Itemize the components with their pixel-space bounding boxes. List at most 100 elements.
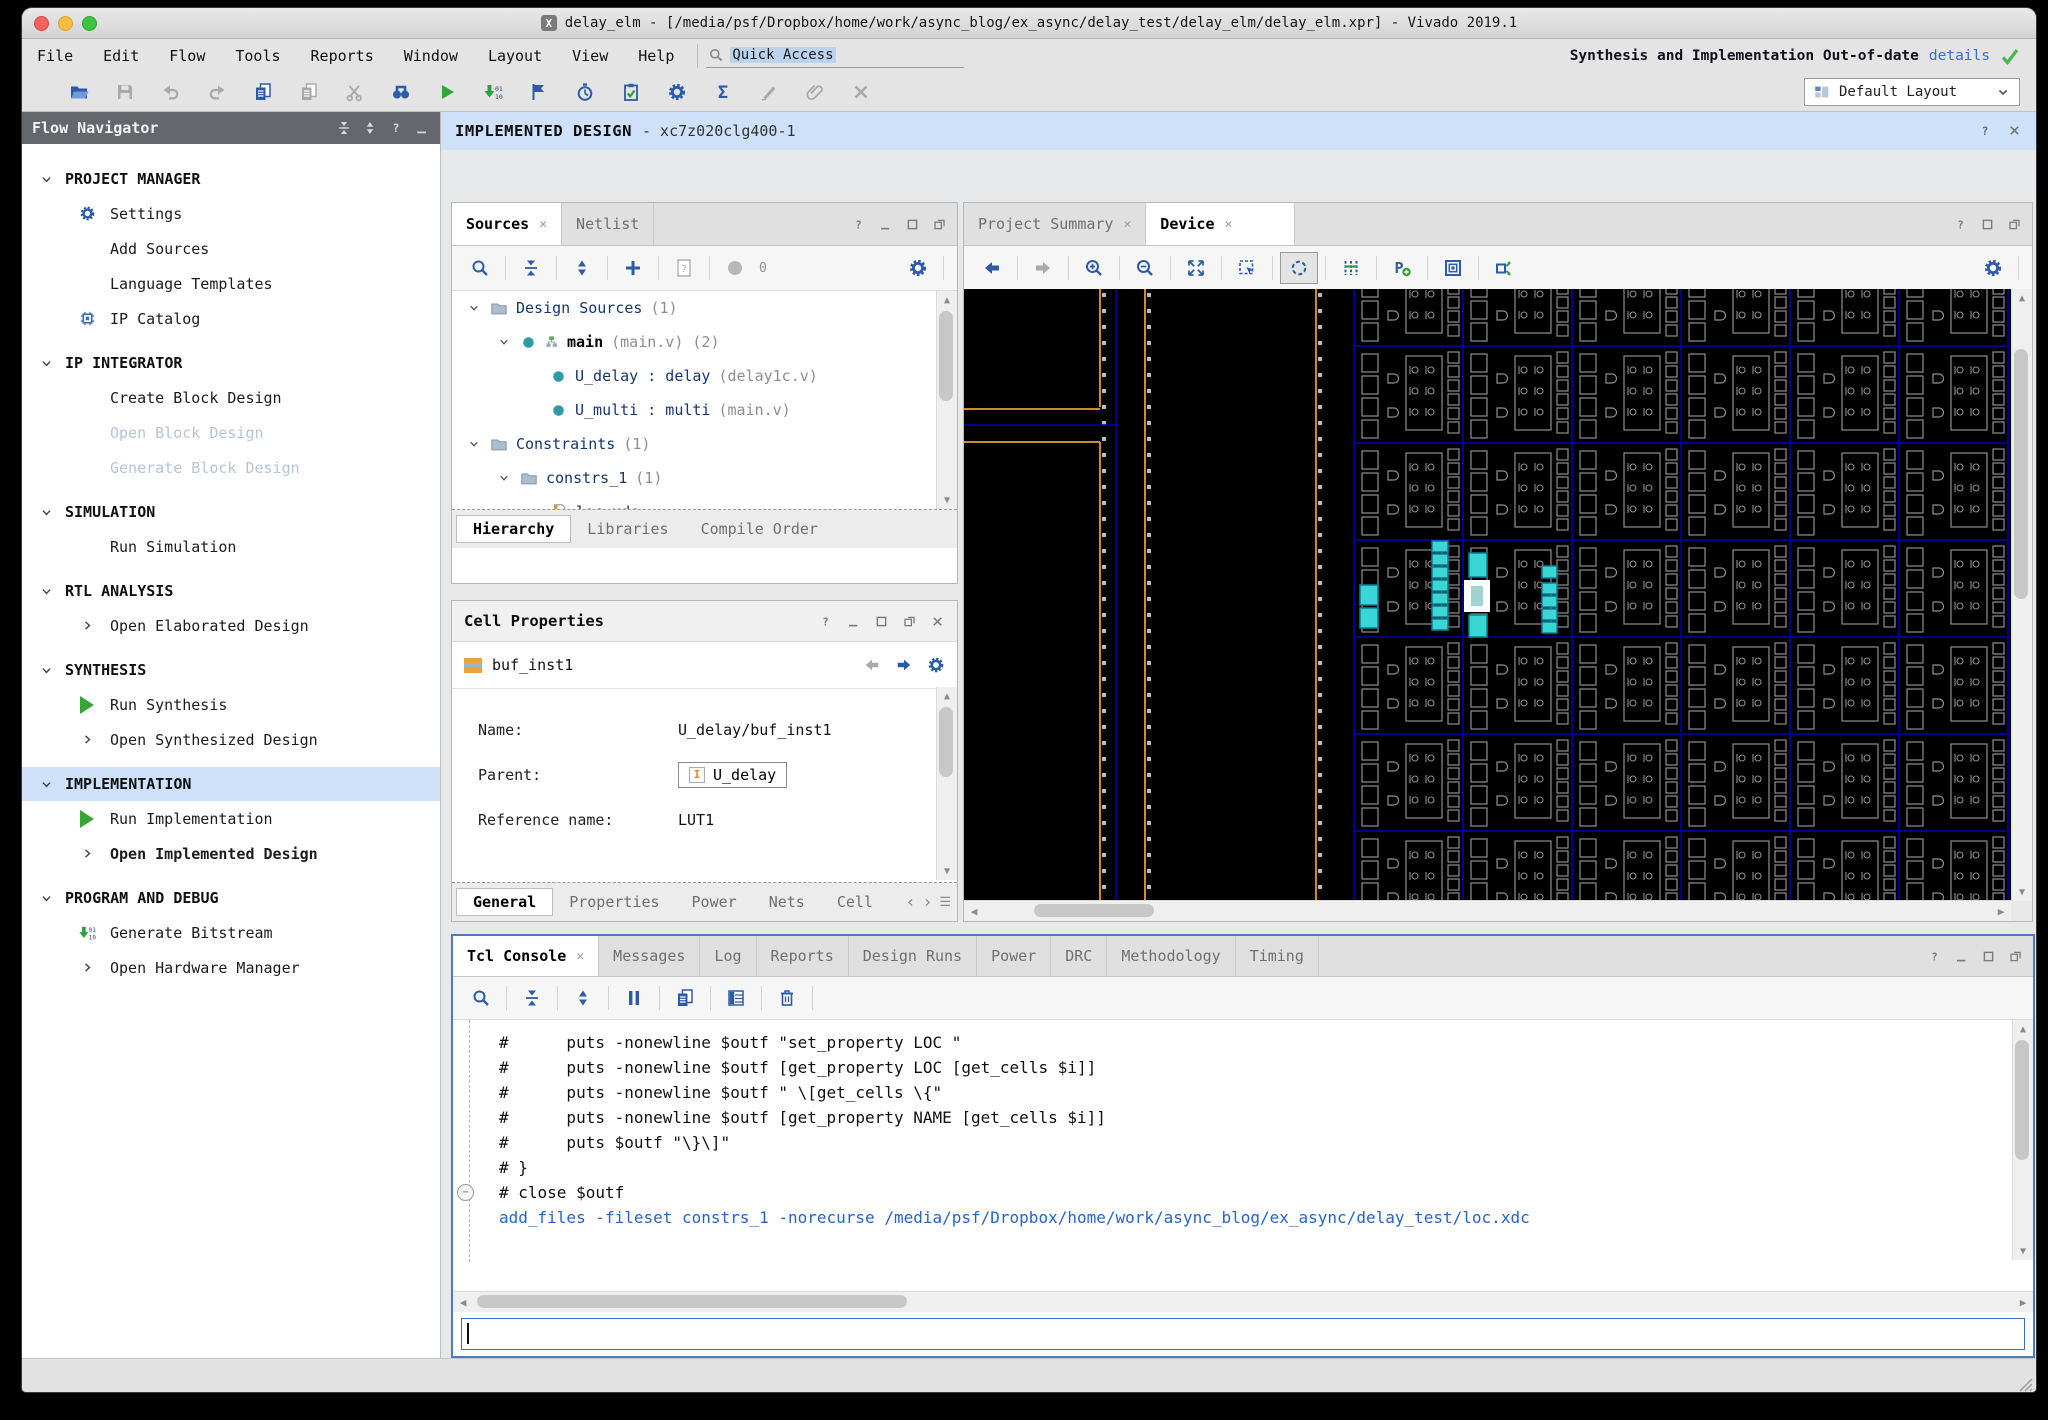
menu-reports[interactable]: Reports xyxy=(296,47,389,65)
gear-button[interactable] xyxy=(900,253,936,283)
float-icon[interactable] xyxy=(2008,949,2023,964)
forward-icon[interactable] xyxy=(895,656,913,674)
device-tab-project-summary[interactable]: Project Summary✕ xyxy=(964,203,1146,245)
pblock-button[interactable]: P xyxy=(1384,253,1420,283)
menu-window[interactable]: Window xyxy=(389,47,473,65)
flow-section-ip-integrator[interactable]: IP INTEGRATOR xyxy=(22,346,440,380)
sigma-icon[interactable]: Σ xyxy=(700,77,746,107)
menu-layout[interactable]: Layout xyxy=(473,47,557,65)
device-horizontal-scrollbar[interactable]: ◀ ▶ xyxy=(964,900,2011,921)
close-icon[interactable] xyxy=(2007,123,2022,139)
fold-collapse-icon[interactable]: − xyxy=(457,1184,474,1201)
crosshair-button[interactable] xyxy=(1280,252,1318,284)
flow-section-simulation[interactable]: SIMULATION xyxy=(22,495,440,529)
menu-tools[interactable]: Tools xyxy=(220,47,295,65)
close-tab-icon[interactable]: ✕ xyxy=(576,949,584,964)
cell-properties-bottom-tab-general[interactable]: General xyxy=(456,888,553,916)
gear-button[interactable] xyxy=(1975,253,2011,283)
tree-item-main[interactable]: main(main.v) (2) xyxy=(452,325,957,359)
console-tab-reports[interactable]: Reports xyxy=(757,936,849,976)
sources-tab-sources[interactable]: Sources✕ xyxy=(452,203,562,245)
cell-properties-scrollbar[interactable]: ▲ ▼ xyxy=(936,687,957,880)
flow-item-create-block-design[interactable]: Create Block Design xyxy=(22,380,440,415)
pause-button[interactable] xyxy=(616,983,652,1013)
console-tab-tcl-console[interactable]: Tcl Console✕ xyxy=(453,936,599,976)
save-icon[interactable] xyxy=(102,77,148,107)
close-tab-icon[interactable]: ✕ xyxy=(1123,217,1131,232)
forward-button[interactable] xyxy=(1025,253,1061,283)
console-tab-design-runs[interactable]: Design Runs xyxy=(849,936,977,976)
routing-button[interactable] xyxy=(1333,253,1369,283)
cell-properties-bottom-tab-cell[interactable]: Cell xyxy=(821,889,889,915)
expander-icon[interactable] xyxy=(498,336,510,348)
tree-item-constrs-1[interactable]: constrs_1(1) xyxy=(452,461,957,495)
flow-item-run-synthesis[interactable]: Run Synthesis xyxy=(22,687,440,722)
flow-item-ip-catalog[interactable]: IP Catalog xyxy=(22,301,440,336)
sources-bottom-tab-libraries[interactable]: Libraries xyxy=(571,516,684,542)
expander-icon[interactable] xyxy=(498,472,510,484)
flow-item-open-synthesized-design[interactable]: Open Synthesized Design xyxy=(22,722,440,757)
sources-bottom-tab-compile-order[interactable]: Compile Order xyxy=(685,516,834,542)
flow-item-generate-bitstream[interactable]: 0110Generate Bitstream xyxy=(22,915,440,950)
help-icon[interactable]: ? xyxy=(1953,217,1968,232)
expand-all-icon[interactable] xyxy=(362,120,378,136)
search-button[interactable] xyxy=(463,983,499,1013)
help-icon[interactable]: ? xyxy=(1977,123,1993,139)
flow-item-settings[interactable]: Settings xyxy=(22,196,440,231)
panel-resize-grip[interactable] xyxy=(2011,901,2032,921)
float-icon[interactable] xyxy=(932,217,947,232)
redo-icon[interactable] xyxy=(194,77,240,107)
cut-icon[interactable] xyxy=(332,77,378,107)
report-icon[interactable] xyxy=(240,77,286,107)
details-link[interactable]: details xyxy=(1929,48,1990,64)
tree-item-constraints[interactable]: Constraints(1) xyxy=(452,427,957,461)
help-icon[interactable]: ? xyxy=(818,614,833,629)
flow-section-implementation[interactable]: IMPLEMENTATION xyxy=(22,767,440,801)
expand-all-button[interactable] xyxy=(565,983,601,1013)
find-icon[interactable] xyxy=(378,77,424,107)
flow-section-rtl-analysis[interactable]: RTL ANALYSIS xyxy=(22,574,440,608)
settings-icon[interactable] xyxy=(654,77,700,107)
close-tab-icon[interactable]: ✕ xyxy=(1224,217,1232,232)
collapse-all-icon[interactable] xyxy=(336,120,352,136)
help-doc-button[interactable]: ? xyxy=(666,253,702,283)
flow-section-program-and-debug[interactable]: PROGRAM AND DEBUG xyxy=(22,881,440,915)
menu-view[interactable]: View xyxy=(557,47,623,65)
collapse-all-button[interactable] xyxy=(513,253,549,283)
search-button[interactable] xyxy=(462,253,498,283)
tree-item-loc-xdc[interactable]: loc.xdc xyxy=(452,495,957,509)
device-tab-device[interactable]: Device✕ xyxy=(1146,203,1295,245)
maximize-icon[interactable] xyxy=(874,614,889,629)
flow-section-project-manager[interactable]: PROJECT MANAGER xyxy=(22,162,440,196)
expand-all-button[interactable] xyxy=(564,253,600,283)
expander-icon[interactable] xyxy=(468,438,480,450)
window-resize-grip[interactable] xyxy=(2016,1375,2034,1392)
menu-help[interactable]: Help xyxy=(623,47,689,65)
console-vertical-scrollbar[interactable]: ▲ ▼ xyxy=(2012,1020,2033,1260)
flow-item-language-templates[interactable]: Language Templates xyxy=(22,266,440,301)
flow-item-run-simulation[interactable]: Run Simulation xyxy=(22,529,440,564)
minimize-icon[interactable] xyxy=(1954,949,1969,964)
minimize-icon[interactable] xyxy=(846,614,861,629)
tab-menu-icon[interactable]: ☰ xyxy=(939,895,951,910)
help-icon[interactable]: ? xyxy=(1927,949,1942,964)
maximize-icon[interactable] xyxy=(1980,217,1995,232)
expander-icon[interactable] xyxy=(468,302,480,314)
float-icon[interactable] xyxy=(902,614,917,629)
console-tab-power[interactable]: Power xyxy=(977,936,1051,976)
menu-edit[interactable]: Edit xyxy=(88,47,154,65)
cell-properties-bottom-tab-nets[interactable]: Nets xyxy=(753,889,821,915)
badge-dot-button[interactable] xyxy=(717,253,753,283)
menu-file[interactable]: File xyxy=(22,47,88,65)
expand-window-button[interactable] xyxy=(1486,253,1522,283)
minimize-icon[interactable] xyxy=(878,217,893,232)
flow-item-open-elaborated-design[interactable]: Open Elaborated Design xyxy=(22,608,440,643)
zoom-selection-button[interactable] xyxy=(1229,253,1265,283)
float-icon[interactable] xyxy=(2007,217,2022,232)
layout-selector[interactable]: Default Layout xyxy=(1804,78,2020,106)
goto-icon[interactable] xyxy=(516,77,562,107)
sources-tab-netlist[interactable]: Netlist xyxy=(562,203,654,245)
cross-probe-icon[interactable] xyxy=(838,77,884,107)
console-tab-log[interactable]: Log xyxy=(700,936,756,976)
open-project-icon[interactable] xyxy=(56,77,102,107)
